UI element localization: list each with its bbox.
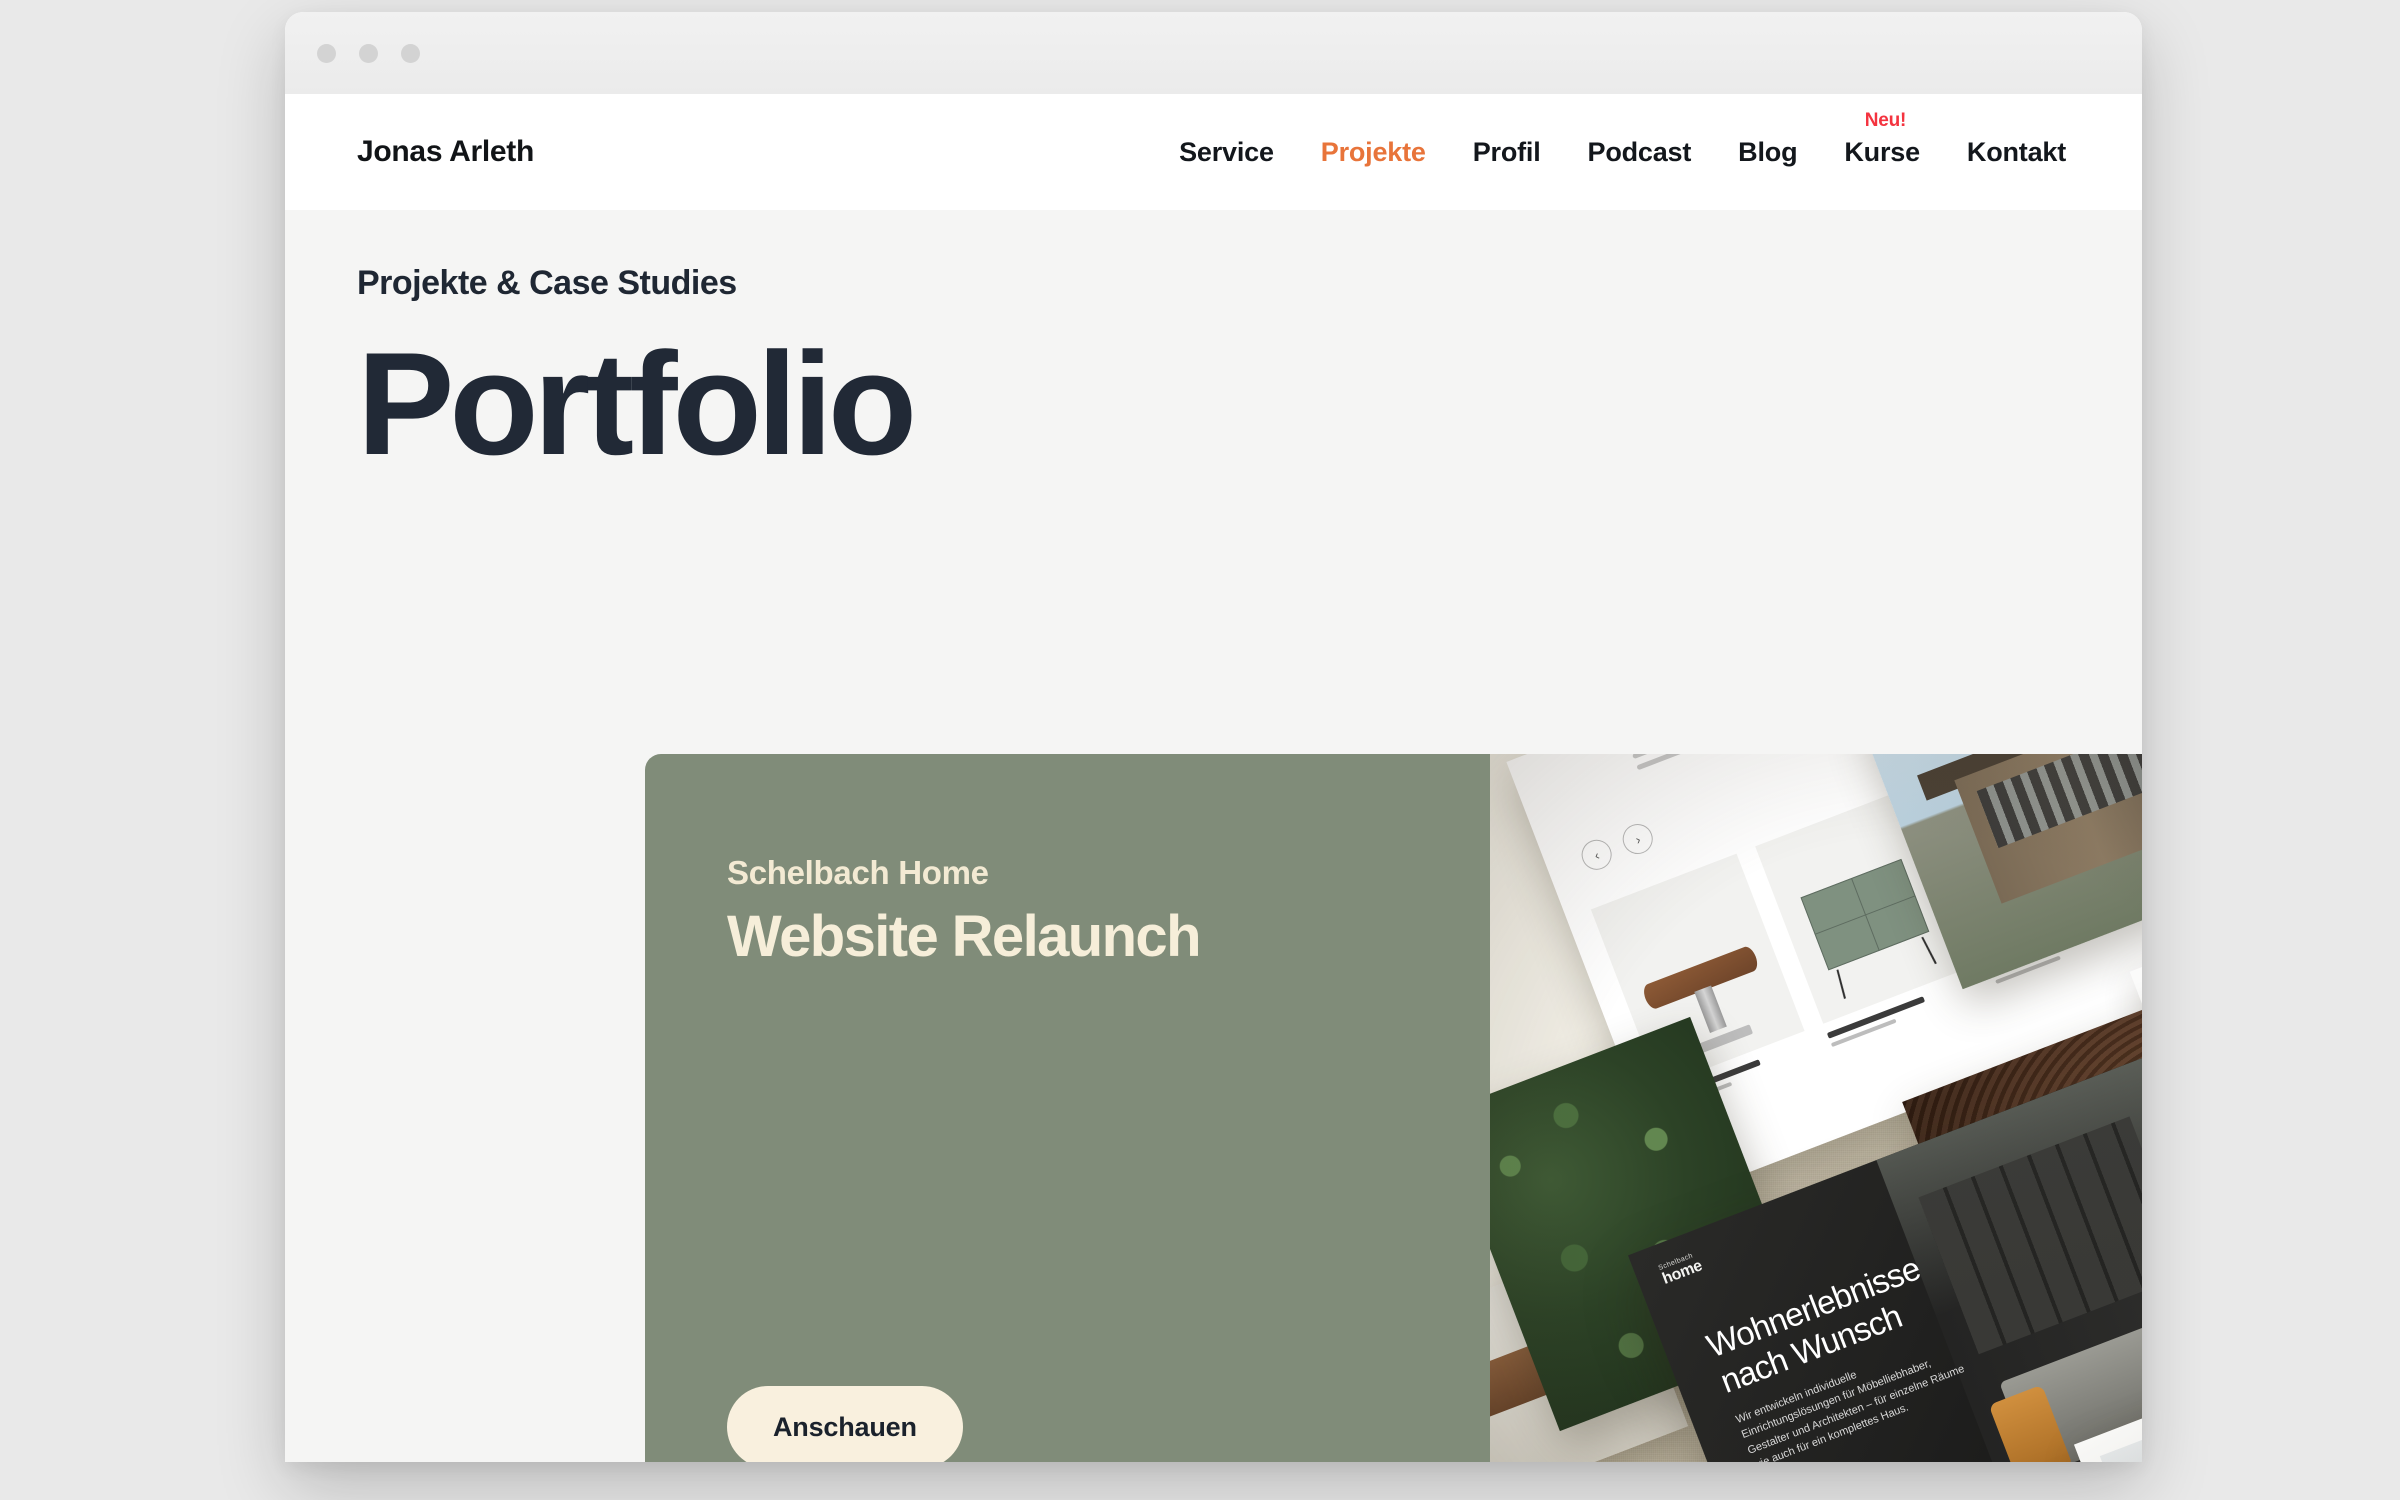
cabinet-object-icon [1800, 858, 1941, 1000]
product-grid-carousel-controls: ‹ › [1577, 819, 1658, 875]
nav-item-kurse[interactable]: Neu! Kurse [1844, 110, 1920, 168]
view-project-button[interactable]: Anschauen [727, 1386, 963, 1462]
site-header: Jonas Arleth Service Projekte Profil Pod… [285, 94, 2142, 210]
nav-item-profil[interactable]: Profil [1473, 137, 1541, 168]
project-client-name: Schelbach Home [727, 854, 989, 891]
nav-item-service[interactable]: Service [1179, 137, 1274, 168]
project-card-content: Schelbach Home Website Relaunch Anschaue… [645, 754, 1490, 1462]
nav-item-projekte[interactable]: Projekte [1321, 137, 1426, 168]
main-navigation: Service Projekte Profil Podcast Blog Neu… [1179, 110, 2066, 168]
page-viewport: Jonas Arleth Service Projekte Profil Pod… [285, 94, 2142, 1462]
hero-brand-logo: Schelbach home [1658, 1251, 1705, 1289]
brand-logo[interactable]: Jonas Arleth [357, 135, 534, 169]
nav-item-kontakt[interactable]: Kontakt [1967, 137, 2066, 168]
nav-item-kurse-label: Kurse [1844, 136, 1920, 167]
page-eyebrow: Projekte & Case Studies [357, 264, 737, 302]
nav-item-blog[interactable]: Blog [1738, 137, 1797, 168]
minimize-icon[interactable] [359, 43, 378, 63]
project-title: Website Relaunch [727, 904, 1202, 969]
nav-item-podcast[interactable]: Podcast [1588, 137, 1692, 168]
project-card-media-collage: ‹ › Schelbach home Wohnerlebnisse nach W… [1490, 754, 2142, 1462]
arrow-left-icon: ‹ [1577, 835, 1617, 875]
page-title: Portfolio [357, 322, 917, 485]
close-icon[interactable] [317, 43, 336, 63]
building-facade-shape [1954, 754, 2142, 904]
maximize-icon[interactable] [401, 43, 420, 63]
nav-badge-neu: Neu! [1864, 109, 1907, 131]
browser-titlebar [285, 12, 2142, 94]
page-header: Projekte & Case Studies Portfolio [285, 210, 2142, 477]
project-card-schelbach-home[interactable]: Schelbach Home Website Relaunch Anschaue… [645, 754, 2142, 1462]
browser-window: Jonas Arleth Service Projekte Profil Pod… [285, 12, 2142, 1462]
arrow-right-icon: › [1618, 819, 1658, 859]
window-controls [317, 43, 420, 63]
